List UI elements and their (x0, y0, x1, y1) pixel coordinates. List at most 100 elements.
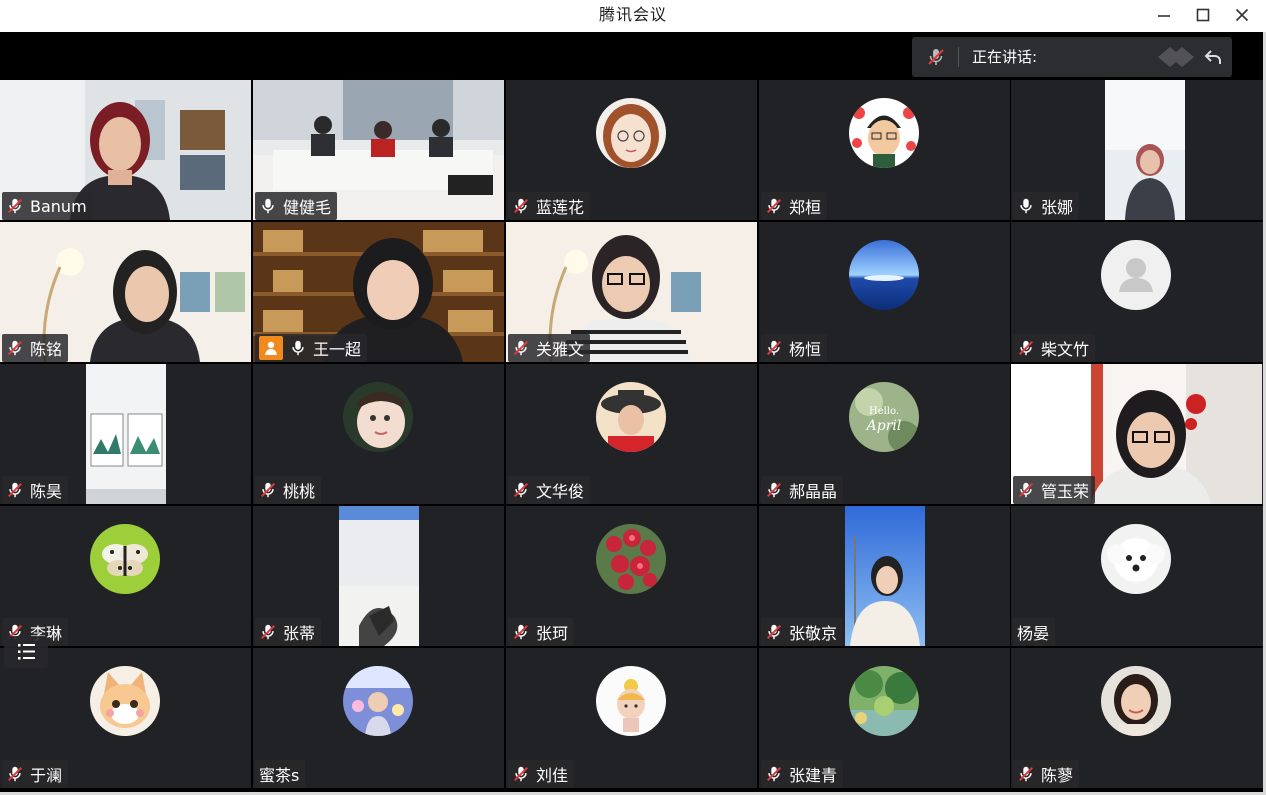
participant-name: 郑桓 (789, 198, 822, 217)
participant-name-bar: 文华俊 (508, 476, 591, 504)
participant-tile[interactable]: 管玉荣 (1011, 364, 1263, 504)
participant-name: 王一超 (313, 340, 362, 359)
participant-name-bar: 蜜茶s (255, 760, 306, 788)
participant-name-bar: 关雅文 (508, 334, 591, 362)
speaking-label: 正在讲话: (972, 48, 1038, 66)
mic-icon (259, 197, 277, 215)
participant-name-bar: 张敬京 (761, 618, 844, 646)
participant-tile[interactable]: 陈铭 (0, 222, 251, 362)
mic-muted-icon (6, 197, 24, 215)
mic-muted-icon (1017, 339, 1035, 357)
participant-tile[interactable]: Banum (0, 80, 251, 220)
participant-video (339, 506, 419, 646)
window-title: 腾讯会议 (598, 5, 667, 24)
participant-list-button[interactable] (4, 636, 48, 668)
participant-name: 健健毛 (283, 198, 332, 217)
participant-tile[interactable]: 健健毛 (253, 80, 504, 220)
mic-muted-icon (1017, 765, 1035, 783)
participant-avatar (90, 666, 160, 736)
participant-name-bar: 刘佳 (508, 760, 575, 788)
participant-name-bar: 管玉荣 (1013, 476, 1096, 504)
divider (958, 47, 959, 67)
participant-tile[interactable]: 张珂 (506, 506, 757, 646)
participant-avatar (343, 382, 413, 452)
participant-name: 蓝莲花 (536, 198, 585, 217)
participant-name-bar: Banum (2, 192, 93, 220)
participant-name: 关雅文 (536, 340, 585, 359)
participant-name-bar: 郑桓 (761, 192, 828, 220)
participant-video (86, 364, 166, 504)
participant-tile[interactable]: 杨晏 (1011, 506, 1263, 646)
participant-name-bar: 张建青 (761, 760, 844, 788)
speaker-placeholder-icon (1156, 45, 1196, 69)
mic-icon (1017, 197, 1035, 215)
participant-tile[interactable]: 柴文竹 (1011, 222, 1263, 362)
mic-muted-icon (6, 339, 24, 357)
participant-tile[interactable]: 陈昊 (0, 364, 251, 504)
participant-name: 张珂 (536, 624, 569, 643)
participant-name-bar: 杨恒 (761, 334, 828, 362)
participant-avatar (849, 666, 919, 736)
participant-tile[interactable]: 刘佳 (506, 648, 757, 788)
speaking-indicator: 正在讲话: (912, 37, 1232, 77)
participant-name: 陈铭 (30, 340, 63, 359)
participant-tile[interactable]: 桃桃 (253, 364, 504, 504)
participant-tile[interactable]: 张蒂 (253, 506, 504, 646)
participant-avatar (849, 240, 919, 310)
mic-muted-icon (512, 765, 530, 783)
mic-muted-icon (259, 481, 277, 499)
participant-tile[interactable]: Hello. April 郝晶晶 (759, 364, 1010, 504)
participant-avatar (1101, 240, 1171, 310)
participant-avatar (343, 666, 413, 736)
maximize-button[interactable] (1185, 3, 1221, 27)
mic-muted-icon (765, 197, 783, 215)
participant-name-bar: 健健毛 (255, 192, 338, 220)
participant-tile[interactable]: 张敬京 (759, 506, 1010, 646)
list-icon (18, 644, 35, 660)
mic-muted-icon (765, 339, 783, 357)
participant-tile[interactable]: 杨恒 (759, 222, 1010, 362)
collapse-arrow-icon[interactable] (1202, 46, 1224, 72)
participant-tile[interactable]: 蓝莲花 (506, 80, 757, 220)
participant-name: 管玉荣 (1041, 482, 1090, 501)
participant-tile[interactable]: 于澜 (0, 648, 251, 788)
mic-muted-icon (6, 481, 24, 499)
participant-tile[interactable]: 李琳 (0, 506, 251, 646)
participant-avatar (596, 524, 666, 594)
participant-name: 杨恒 (789, 340, 822, 359)
participant-name: 杨晏 (1017, 624, 1050, 643)
participant-tile[interactable]: 关雅文 (506, 222, 757, 362)
participant-name-bar: 于澜 (2, 760, 69, 788)
participant-tile[interactable]: 陈蓼 (1011, 648, 1263, 788)
participant-tile[interactable]: 张娜 (1011, 80, 1263, 220)
participant-name: 刘佳 (536, 766, 569, 785)
close-button[interactable] (1224, 3, 1260, 27)
participant-name-bar: 陈铭 (2, 334, 69, 362)
participant-name-bar: 张娜 (1013, 192, 1080, 220)
participant-avatar (596, 98, 666, 168)
participant-name: 张蒂 (283, 624, 316, 643)
participant-name-bar: 陈昊 (2, 476, 69, 504)
minimize-button[interactable] (1146, 3, 1182, 27)
title-bar: 腾讯会议 (0, 0, 1266, 32)
participant-tile[interactable]: 蜜茶s (253, 648, 504, 788)
participant-tile[interactable]: 郑桓 (759, 80, 1010, 220)
participant-name: 张建青 (789, 766, 838, 785)
participant-video (1105, 80, 1185, 220)
svg-text:Hello.: Hello. (869, 406, 899, 417)
participant-avatar (1101, 666, 1171, 736)
participant-name: 郝晶晶 (789, 482, 838, 501)
participant-name: 陈蓼 (1041, 766, 1074, 785)
participant-avatar (1101, 524, 1171, 594)
participant-name-bar: 王一超 (255, 334, 368, 362)
participant-tile[interactable]: 张建青 (759, 648, 1010, 788)
participant-name-bar: 张蒂 (255, 618, 322, 646)
participant-avatar (849, 98, 919, 168)
participant-grid: Banum 健健毛 蓝莲花 郑桓 张娜陈铭 王一超 关雅文 杨恒 柴文竹陈昊 桃桃 文华俊 Hello… (0, 80, 1263, 792)
mic-muted-icon (6, 765, 24, 783)
participant-tile[interactable]: 文华俊 (506, 364, 757, 504)
participant-avatar (90, 524, 160, 594)
minimize-icon (1158, 15, 1170, 17)
mic-muted-icon (512, 197, 530, 215)
participant-tile[interactable]: 王一超 (253, 222, 504, 362)
